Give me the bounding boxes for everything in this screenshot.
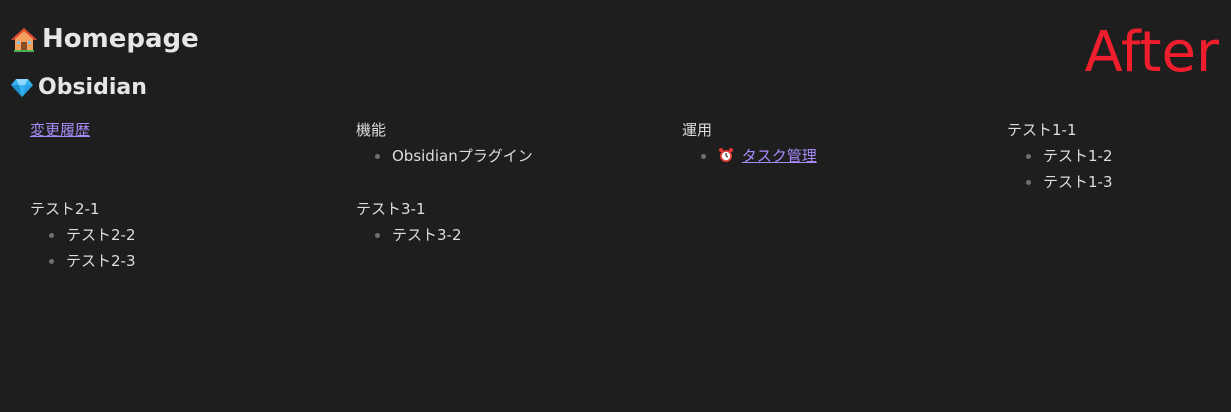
- list-item: テスト2-3: [30, 248, 136, 274]
- bullet-icon: [49, 233, 54, 238]
- changelog-link[interactable]: 変更履歴: [30, 121, 90, 139]
- gem-icon: [11, 79, 33, 97]
- grid-cell-1-3: 運用 タスク管理: [682, 118, 817, 169]
- bullet-icon: [701, 154, 706, 159]
- list-item: Obsidianプラグイン: [356, 143, 533, 169]
- after-watermark: After: [1084, 20, 1219, 85]
- list-item-text: テスト3-2: [392, 226, 462, 244]
- house-icon: [11, 28, 37, 52]
- test3-heading: テスト3-1: [356, 200, 426, 218]
- grid-cell-2-2: テスト3-1 テスト3-2: [356, 197, 462, 248]
- page-title: Homepage: [10, 22, 199, 56]
- test1-list: テスト1-2 テスト1-3: [1007, 143, 1113, 195]
- test2-heading: テスト2-1: [30, 200, 100, 218]
- grid-cell-2-1: テスト2-1 テスト2-2 テスト2-3: [30, 197, 136, 274]
- features-heading: 機能: [356, 121, 387, 139]
- bullet-icon: [49, 259, 54, 264]
- grid-cell-1-1: 変更履歴: [30, 118, 90, 143]
- list-item-text: テスト1-3: [1043, 173, 1113, 191]
- grid-cell-1-2: 機能 Obsidianプラグイン: [356, 118, 533, 169]
- section-title: Obsidian: [10, 72, 147, 102]
- operation-heading: 運用: [682, 121, 713, 139]
- bullet-icon: [375, 154, 380, 159]
- task-management-link[interactable]: タスク管理: [742, 147, 817, 165]
- list-item: テスト1-2: [1007, 143, 1113, 169]
- features-list: Obsidianプラグイン: [356, 143, 533, 169]
- list-item-text: テスト2-3: [66, 252, 136, 270]
- list-item-text: テスト1-2: [1043, 147, 1113, 165]
- bullet-icon: [1026, 154, 1031, 159]
- list-item: タスク管理: [682, 143, 817, 169]
- list-item: テスト1-3: [1007, 169, 1113, 195]
- bullet-icon: [1026, 180, 1031, 185]
- page-title-text: Homepage: [42, 24, 199, 54]
- test3-list: テスト3-2: [356, 222, 462, 248]
- list-item-text: Obsidianプラグイン: [392, 147, 533, 165]
- test1-heading: テスト1-1: [1007, 121, 1077, 139]
- test2-list: テスト2-2 テスト2-3: [30, 222, 136, 274]
- list-item-text: テスト2-2: [66, 226, 136, 244]
- section-title-text: Obsidian: [38, 74, 147, 100]
- bullet-icon: [375, 233, 380, 238]
- list-item: テスト3-2: [356, 222, 462, 248]
- operation-list: タスク管理: [682, 143, 817, 169]
- alarm-clock-icon: [719, 148, 733, 162]
- grid-cell-1-4: テスト1-1 テスト1-2 テスト1-3: [1007, 118, 1113, 195]
- list-item: テスト2-2: [30, 222, 136, 248]
